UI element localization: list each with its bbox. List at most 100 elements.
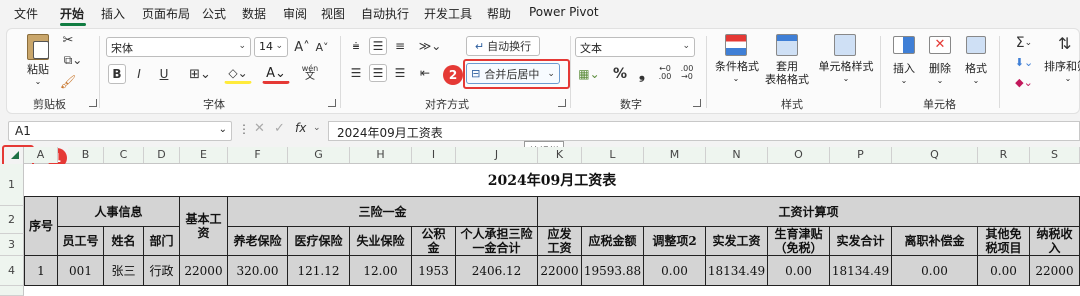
cell-severance[interactable]: 0.00 <box>892 256 978 286</box>
number-launcher-icon[interactable] <box>693 99 701 107</box>
enter-icon[interactable]: ✓ <box>274 121 285 136</box>
header-unemployment[interactable]: 失业保险 <box>350 227 412 256</box>
column-header-k[interactable]: K <box>538 147 582 163</box>
menu-data[interactable]: 数据 <box>242 5 266 22</box>
column-header-h[interactable]: H <box>350 147 412 163</box>
copy-icon[interactable]: ⧉⌄ <box>60 52 86 68</box>
font-color-icon[interactable]: A⌄ <box>262 64 290 84</box>
italic-button[interactable]: I <box>131 64 147 84</box>
paste-chevron-icon[interactable]: ⌄ <box>32 75 44 88</box>
border-icon[interactable]: ⊞⌄ <box>186 64 214 84</box>
autosum-button[interactable]: Σ ⌄ <box>1011 34 1037 52</box>
menu-page-layout[interactable]: 页面布局 <box>142 5 190 22</box>
menu-review[interactable]: 审阅 <box>283 5 307 22</box>
menu-insert[interactable]: 插入 <box>101 5 125 22</box>
row-header-3[interactable]: 3 <box>0 234 24 256</box>
format-as-table-icon[interactable] <box>776 34 798 56</box>
cell-seq[interactable]: 1 <box>24 256 58 286</box>
header-living-allowance[interactable]: 生育津贴（免税） <box>768 227 830 256</box>
header-seq[interactable]: 序号 <box>24 197 58 256</box>
header-medical[interactable]: 医疗保险 <box>288 227 350 256</box>
align-center-icon[interactable]: ☰ <box>369 64 387 82</box>
font-launcher-icon[interactable] <box>328 99 336 107</box>
increase-font-icon[interactable]: A˄ <box>293 37 311 57</box>
column-header-p[interactable]: P <box>830 147 892 163</box>
column-header-g[interactable]: G <box>288 147 350 163</box>
header-gross[interactable]: 应发工资 <box>538 227 582 256</box>
align-right-icon[interactable]: ☰ <box>391 64 409 82</box>
decrease-decimal-icon[interactable]: .00 →0 <box>678 62 696 84</box>
column-header-m[interactable]: M <box>644 147 706 163</box>
formula-input[interactable]: 2024年09月工资表 <box>328 121 1080 141</box>
header-pension[interactable]: 养老保险 <box>228 227 288 256</box>
align-top-icon[interactable]: ⩧ <box>347 37 365 55</box>
bold-button[interactable]: B <box>108 64 126 84</box>
column-header-o[interactable]: O <box>768 147 830 163</box>
delete-cells-icon[interactable]: ✕ <box>929 36 951 54</box>
cell-personal-total[interactable]: 2406.12 <box>456 256 538 286</box>
cell-unemployment[interactable]: 12.00 <box>350 256 412 286</box>
header-name[interactable]: 姓名 <box>104 227 144 256</box>
header-emp-no[interactable]: 员工号 <box>58 227 104 256</box>
header-personal-total[interactable]: 个人承担三险一金合计 <box>456 227 538 256</box>
menu-automate[interactable]: 自动执行 <box>361 5 409 22</box>
name-box[interactable]: A1 ⌄ <box>8 121 232 141</box>
cell-other[interactable]: 0.00 <box>978 256 1030 286</box>
header-taxable-income[interactable]: 纳税收入 <box>1030 227 1080 256</box>
format-cells-icon[interactable] <box>966 36 986 54</box>
cell-pension[interactable]: 320.00 <box>228 256 288 286</box>
font-size-select[interactable]: 14 ⌄ <box>254 37 288 57</box>
format-painter-icon[interactable]: 🖌 <box>60 74 77 90</box>
column-header-e[interactable]: E <box>180 147 228 163</box>
column-header-i[interactable]: I <box>412 147 456 163</box>
column-header-n[interactable]: N <box>706 147 768 163</box>
chevron-down-icon[interactable]: ⌄ <box>313 123 321 133</box>
cell-dept[interactable]: 行政 <box>144 256 180 286</box>
cell-taxable-income[interactable]: 22000 <box>1030 256 1080 286</box>
header-dept[interactable]: 部门 <box>144 227 180 256</box>
cell-living[interactable]: 0.00 <box>768 256 830 286</box>
column-header-f[interactable]: F <box>228 147 288 163</box>
header-payroll[interactable]: 工资计算项 <box>538 197 1080 227</box>
sheet-title[interactable]: 2024年09月工资表 <box>24 164 1080 198</box>
cell-emp-no[interactable]: 001 <box>58 256 104 286</box>
cut-icon[interactable]: ✂ <box>60 32 76 48</box>
sort-filter-icon[interactable]: ⇅ <box>1058 34 1080 56</box>
conditional-format-icon[interactable] <box>725 34 747 56</box>
cell-medical[interactable]: 121.12 <box>288 256 350 286</box>
cell-taxable[interactable]: 19593.88 <box>582 256 644 286</box>
menu-power-pivot[interactable]: Power Pivot <box>529 5 599 19</box>
menu-help[interactable]: 帮助 <box>487 5 511 22</box>
cell-name[interactable]: 张三 <box>104 256 144 286</box>
column-header-b[interactable]: B <box>68 147 104 163</box>
align-middle-icon[interactable]: ☰ <box>369 37 387 55</box>
column-header-r[interactable]: R <box>978 147 1030 163</box>
chevron-down-icon[interactable]: ⌄ <box>934 74 946 87</box>
wrap-text-button[interactable]: ↵ 自动换行 <box>466 36 540 56</box>
menu-file[interactable]: 文件 <box>14 5 38 22</box>
clipboard-launcher-icon[interactable] <box>89 99 97 107</box>
column-header-q[interactable]: Q <box>892 147 978 163</box>
increase-decimal-icon[interactable]: ←0.00 <box>656 62 674 84</box>
column-header-a[interactable]: A <box>24 147 58 163</box>
cell-gross[interactable]: 22000 <box>538 256 582 286</box>
font-name-select[interactable]: 宋体 ⌄ <box>106 37 251 57</box>
header-actual-total[interactable]: 实发合计 <box>830 227 892 256</box>
column-header-j[interactable]: J <box>456 147 538 163</box>
cell-fund[interactable]: 1953 <box>412 256 456 286</box>
row-header-5[interactable] <box>0 286 24 296</box>
chevron-down-icon[interactable]: ⌄ <box>898 74 910 87</box>
more-options-icon[interactable]: ⋮ <box>238 122 250 136</box>
header-actual[interactable]: 实发工资 <box>706 227 768 256</box>
format-as-table-label-2[interactable]: 表格格式 <box>762 73 812 86</box>
header-severance[interactable]: 离职补偿金 <box>892 227 978 256</box>
row-header-4[interactable]: 4 <box>0 256 24 286</box>
alignment-launcher-icon[interactable] <box>558 99 566 107</box>
header-base-salary[interactable]: 基本工资 <box>180 197 228 256</box>
header-adjust2[interactable]: 调整项2 <box>644 227 706 256</box>
chevron-down-icon[interactable]: ⌄ <box>730 72 742 85</box>
insert-cells-icon[interactable] <box>893 36 915 54</box>
cell-base[interactable]: 22000 <box>180 256 228 286</box>
chevron-down-icon[interactable]: ⌄ <box>1062 72 1074 85</box>
number-format-select[interactable]: 文本 ⌄ <box>575 37 695 57</box>
